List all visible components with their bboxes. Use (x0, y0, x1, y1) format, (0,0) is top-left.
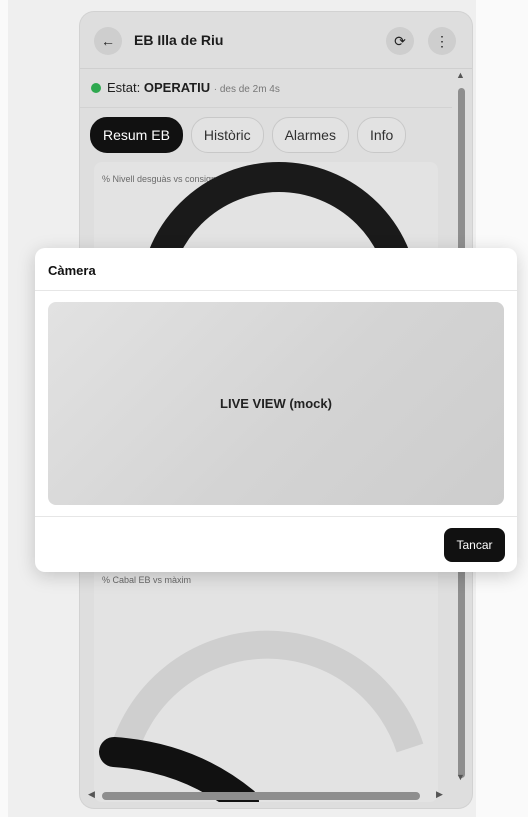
modal-overlay[interactable]: Càmera LIVE VIEW (mock) Tancar (0, 0, 528, 817)
modal-divider (35, 290, 517, 291)
modal-title: Càmera (48, 263, 96, 278)
camera-live-view: LIVE VIEW (mock) (48, 302, 504, 505)
camera-modal: Càmera LIVE VIEW (mock) Tancar (35, 248, 517, 572)
close-button[interactable]: Tancar (444, 528, 505, 562)
modal-footer-divider (35, 516, 517, 517)
live-view-text: LIVE VIEW (mock) (220, 396, 332, 411)
